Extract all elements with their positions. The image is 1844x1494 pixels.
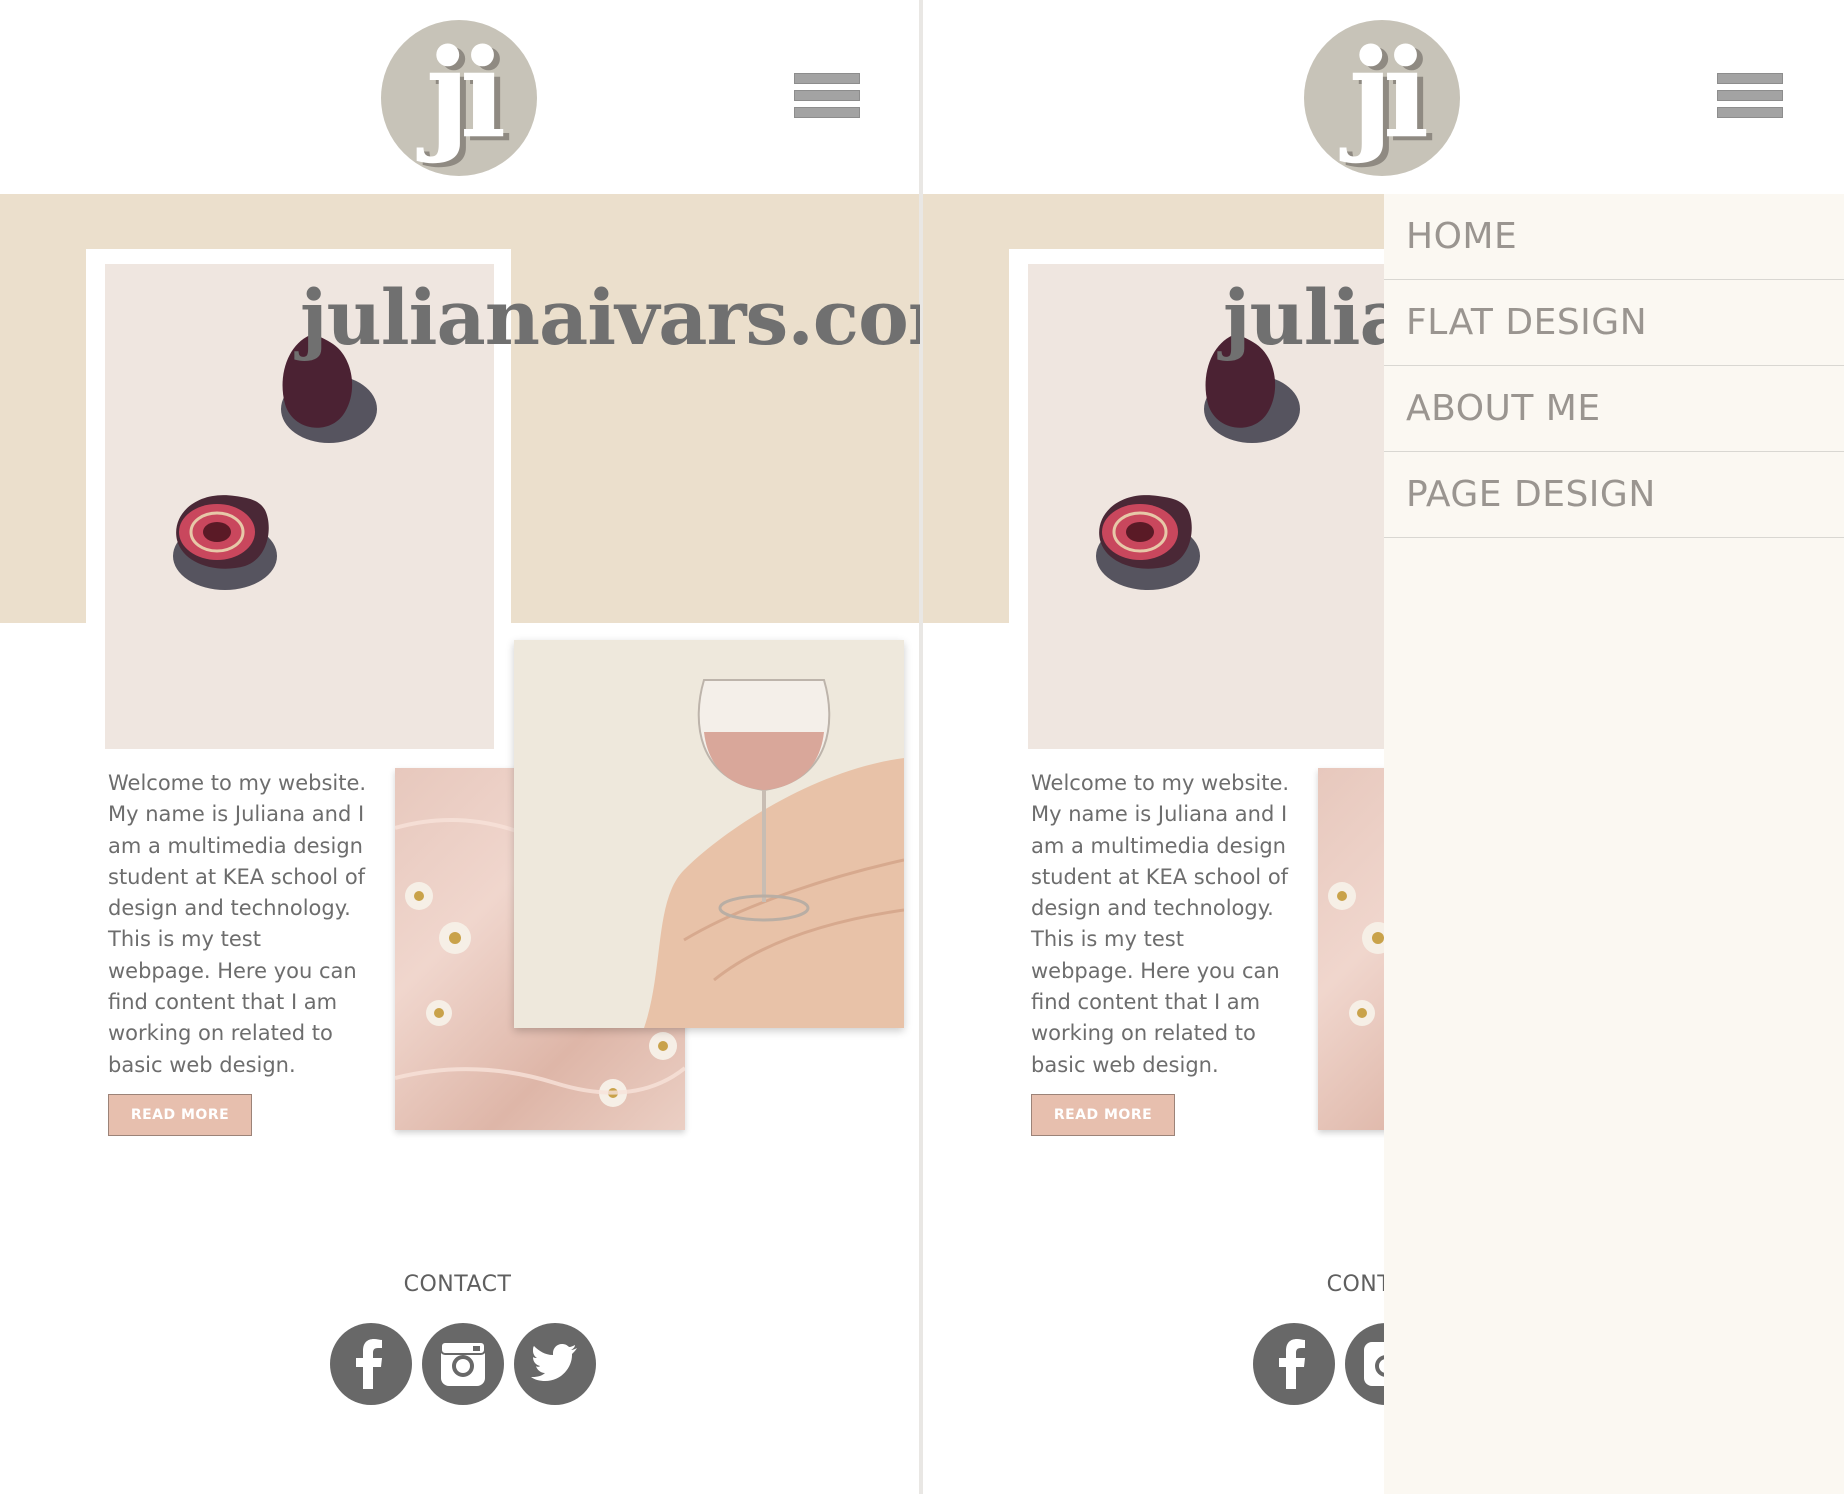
instagram-icon xyxy=(440,1341,486,1386)
intro-text: Welcome to my website. My name is Julian… xyxy=(1031,771,1290,1077)
wine-illustration xyxy=(644,679,904,1028)
wine-glass-photo xyxy=(514,640,904,1028)
facebook-icon xyxy=(1279,1339,1305,1389)
mobile-view-menu-closed: ji julianaivars.com Welcome to my websit… xyxy=(0,0,920,1494)
hamburger-bar xyxy=(794,73,860,84)
site-logo[interactable]: ji xyxy=(1304,20,1460,176)
read-more-button[interactable]: READ MORE xyxy=(108,1094,252,1136)
site-title[interactable]: julianaivars.com xyxy=(300,270,920,366)
menu-item-home[interactable]: HOME xyxy=(1384,194,1844,280)
site-logo[interactable]: ji xyxy=(381,20,537,176)
logo-monogram: ji xyxy=(425,21,507,165)
logo-monogram: ji xyxy=(1348,21,1430,165)
hamburger-bar xyxy=(1717,73,1783,84)
menu-toggle-button[interactable] xyxy=(1717,73,1783,125)
hamburger-bar xyxy=(794,90,860,101)
slide-out-menu: HOME FLAT DESIGN ABOUT ME PAGE DESIGN xyxy=(1384,194,1844,1494)
hamburger-bar xyxy=(1717,90,1783,101)
menu-item-flat-design[interactable]: FLAT DESIGN xyxy=(1384,280,1844,366)
intro-text: Welcome to my website. My name is Julian… xyxy=(108,771,367,1077)
hamburger-bar xyxy=(794,107,860,118)
facebook-icon xyxy=(356,1339,382,1389)
twitter-link[interactable] xyxy=(514,1323,596,1405)
menu-toggle-button[interactable] xyxy=(794,73,860,125)
instagram-link[interactable] xyxy=(422,1323,504,1405)
contact-heading: CONTACT xyxy=(403,1272,512,1297)
read-more-button[interactable]: READ MORE xyxy=(1031,1094,1175,1136)
menu-item-page-design[interactable]: PAGE DESIGN xyxy=(1384,452,1844,538)
menu-item-about-me[interactable]: ABOUT ME xyxy=(1384,366,1844,452)
twitter-icon xyxy=(531,1344,577,1381)
facebook-link[interactable] xyxy=(330,1323,412,1405)
facebook-link[interactable] xyxy=(1253,1323,1335,1405)
hamburger-bar xyxy=(1717,107,1783,118)
